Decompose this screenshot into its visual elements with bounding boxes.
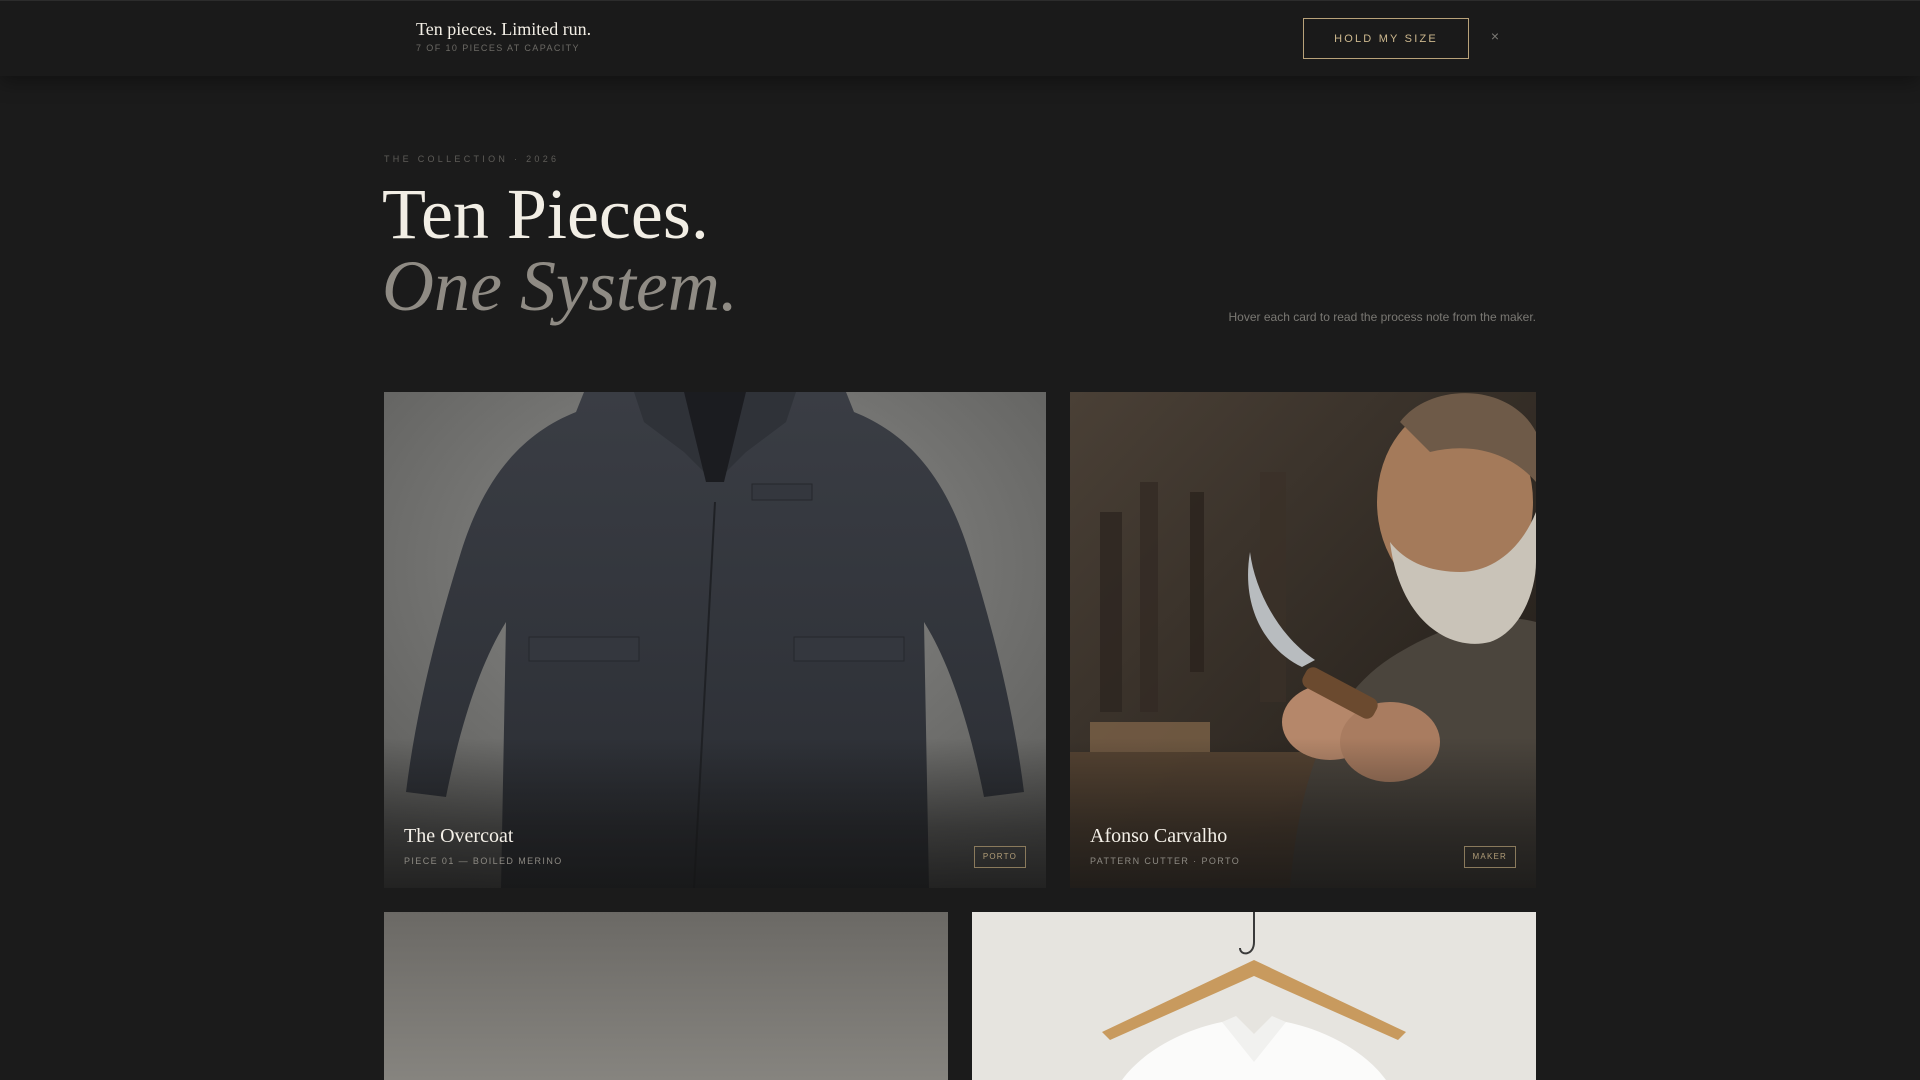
card-subtitle: PATTERN CUTTER · PORTO bbox=[1090, 856, 1241, 866]
banner-title: Ten pieces. Limited run. bbox=[416, 19, 592, 39]
location-tag: PORTO bbox=[973, 846, 1026, 868]
card-piece-3[interactable] bbox=[384, 912, 948, 1080]
hero-heading-line1: Ten Pieces. bbox=[382, 174, 709, 254]
maker-tag: MAKER bbox=[1463, 846, 1516, 868]
grey-backdrop-photo bbox=[384, 912, 948, 1080]
close-icon[interactable]: × bbox=[1487, 28, 1503, 44]
banner-capacity-status: 7 OF 10 PIECES AT CAPACITY bbox=[416, 43, 580, 53]
hero-heading-line2: One System. bbox=[382, 246, 738, 326]
card-overcoat[interactable]: The Overcoat PIECE 01 — BOILED MERINO PO… bbox=[384, 392, 1046, 888]
collection-eyebrow: THE COLLECTION · 2026 bbox=[384, 154, 560, 164]
hold-my-size-button[interactable]: HOLD MY SIZE bbox=[1303, 18, 1469, 59]
limited-run-banner: Ten pieces. Limited run. 7 OF 10 PIECES … bbox=[0, 0, 1920, 76]
card-piece-4[interactable] bbox=[972, 912, 1536, 1080]
white-shirt-on-hanger-photo bbox=[972, 912, 1536, 1080]
card-title: Afonso Carvalho bbox=[1090, 825, 1228, 847]
card-maker[interactable]: Afonso Carvalho PATTERN CUTTER · PORTO M… bbox=[1070, 392, 1536, 888]
hover-hint: Hover each card to read the process note… bbox=[1228, 310, 1537, 324]
card-title: The Overcoat bbox=[404, 825, 514, 847]
card-subtitle: PIECE 01 — BOILED MERINO bbox=[404, 856, 563, 866]
